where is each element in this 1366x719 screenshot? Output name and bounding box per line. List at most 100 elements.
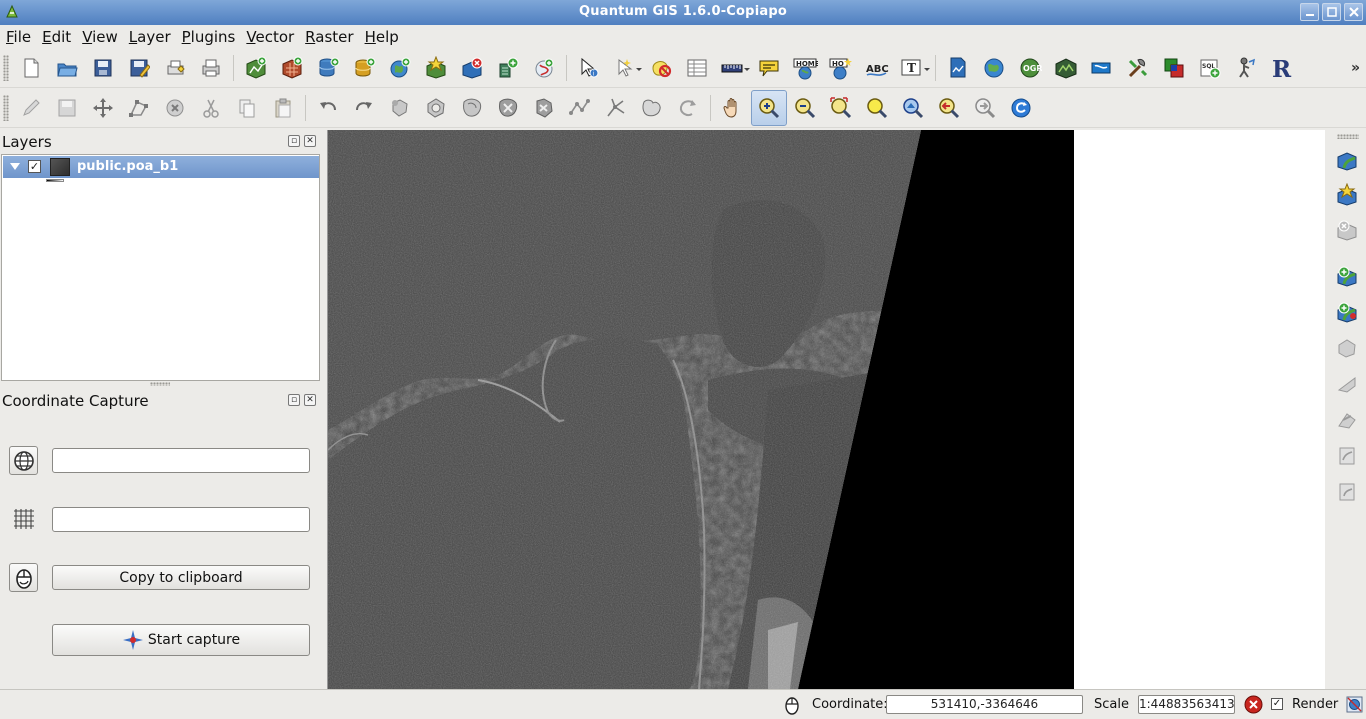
delete-selected-button[interactable] [157,90,193,126]
save-project-button[interactable] [85,50,121,86]
overlay-layers-button[interactable] [1156,50,1192,86]
crs-select-button[interactable] [9,446,38,475]
toggle-extents-button[interactable] [782,695,802,719]
new-vector-layer-button[interactable] [418,50,454,86]
right-layer-properties-button[interactable] [1331,440,1363,472]
zoom-in-button[interactable] [751,89,787,126]
zoom-to-selection-button[interactable] [859,90,895,126]
right-layer-info-button[interactable] [1331,476,1363,508]
map-tips-button[interactable] [751,50,787,86]
right-layer-action-button[interactable] [1331,404,1363,436]
globe-plugin-button[interactable] [976,50,1012,86]
identify-features-button[interactable]: i [571,50,607,86]
menu-file[interactable]: File [2,28,35,46]
menu-plugins[interactable]: Plugins [178,28,240,46]
coordinate-map-crs-field[interactable] [52,507,310,532]
undo-button[interactable] [310,90,346,126]
layers-panel-close-button[interactable]: ✕ [304,135,316,147]
right-add-raster-button[interactable] [1331,260,1363,292]
paste-features-button[interactable] [265,90,301,126]
maximize-button[interactable] [1322,3,1341,21]
add-vector-layer-button[interactable] [238,50,274,86]
gps-tools-button[interactable] [1228,50,1264,86]
close-window-button[interactable] [1344,3,1363,21]
add-wms-layer-button[interactable] [382,50,418,86]
measure-button[interactable] [715,50,751,86]
open-attribute-table-button[interactable] [679,50,715,86]
capture-panel-close-button[interactable]: ✕ [304,394,316,406]
add-raster-layer-button[interactable] [274,50,310,86]
deselect-features-button[interactable] [643,50,679,86]
right-add-vector-button[interactable] [1331,144,1363,176]
render-checkbox[interactable]: ✓ [1271,698,1283,710]
copy-features-button[interactable] [229,90,265,126]
labeling-button[interactable]: ABC [859,50,895,86]
capture-panel-float-button[interactable]: ▫ [288,394,300,406]
add-wcs-layer-button[interactable] [526,50,562,86]
remove-layer-button[interactable] [454,50,490,86]
menu-help[interactable]: Help [361,28,403,46]
panel-splitter[interactable] [150,382,170,386]
layers-tree[interactable]: ✓ public.poa_b1 [1,154,320,381]
right-remove-layer-button[interactable] [1331,214,1363,246]
reshape-features-button[interactable] [562,90,598,126]
add-spatialite-layer-button[interactable] [346,50,382,86]
expand-triangle-icon[interactable] [10,163,20,170]
add-postgis-layer-button[interactable] [310,50,346,86]
add-wfs-layer-button[interactable] [490,50,526,86]
pan-map-button[interactable] [715,90,751,126]
right-add-wms-button[interactable] [1331,296,1363,328]
delete-ring-button[interactable] [490,90,526,126]
new-bookmark-button[interactable]: HO [823,50,859,86]
add-part-button[interactable] [454,90,490,126]
zoom-full-button[interactable] [823,90,859,126]
zoom-out-button[interactable] [787,90,823,126]
home-bookmark-button[interactable]: HOME [787,50,823,86]
redo-button[interactable] [346,90,382,126]
menu-raster[interactable]: Raster [301,28,357,46]
map-canvas[interactable] [327,130,1325,689]
save-as-button[interactable] [121,50,157,86]
right-new-layer-button[interactable] [1331,179,1363,211]
refresh-button[interactable] [1003,90,1039,126]
coordinate-user-crs-field[interactable] [52,448,310,473]
scale-field[interactable]: 1:44883563413 [1138,695,1235,714]
zoom-last-button[interactable] [931,90,967,126]
print-button[interactable] [193,50,229,86]
simplify-feature-button[interactable] [382,90,418,126]
merge-features-button[interactable] [634,90,670,126]
copy-to-clipboard-button[interactable]: Copy to clipboard [52,565,310,590]
layers-panel-float-button[interactable]: ▫ [288,135,300,147]
toolbar-grip[interactable] [3,54,9,81]
toolbar-grip[interactable] [1337,134,1359,139]
plugin-tools-button[interactable] [1120,50,1156,86]
save-edits-button[interactable] [49,90,85,126]
delete-part-button[interactable] [526,90,562,126]
menu-vector[interactable]: Vector [242,28,298,46]
right-polygon-tool-button[interactable] [1331,332,1363,364]
new-project-button[interactable] [13,50,49,86]
select-features-button[interactable] [607,50,643,86]
cut-features-button[interactable] [193,90,229,126]
raster-terrain-button[interactable] [1048,50,1084,86]
new-shapefile-button[interactable] [940,50,976,86]
coordinate-display[interactable]: 531410,-3364646 [886,695,1083,714]
menu-layer[interactable]: Layer [125,28,175,46]
move-feature-button[interactable] [85,90,121,126]
toolbar-grip[interactable] [3,94,9,121]
tracking-toggle-button[interactable] [9,563,38,592]
rotate-point-symbols-button[interactable] [670,90,706,126]
add-ring-button[interactable] [418,90,454,126]
menu-view[interactable]: View [78,28,122,46]
layer-visibility-checkbox[interactable]: ✓ [28,160,41,173]
new-print-composer-button[interactable] [157,50,193,86]
start-capture-button[interactable]: Start capture [52,624,310,656]
stop-render-button[interactable] [1244,695,1263,718]
text-annotation-button[interactable]: T [895,50,931,86]
mapserver-export-button[interactable] [1084,50,1120,86]
r-plugin-button[interactable]: R [1264,50,1300,86]
right-line-tool-button[interactable] [1331,368,1363,400]
sql-query-button[interactable]: SQL [1192,50,1228,86]
toolbar-overflow-button[interactable]: » [1351,60,1360,76]
open-project-button[interactable] [49,50,85,86]
